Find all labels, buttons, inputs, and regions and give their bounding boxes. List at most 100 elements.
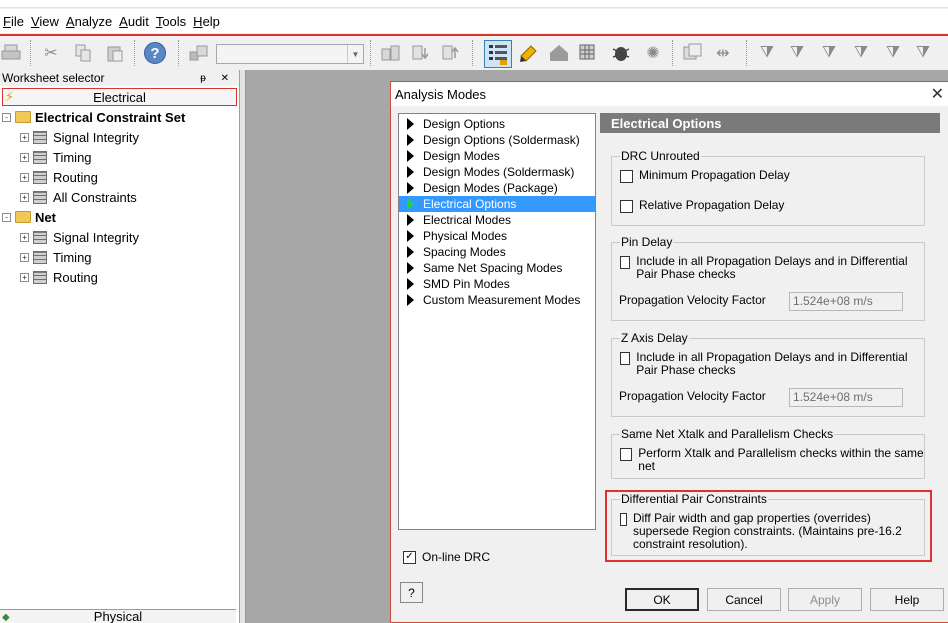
expand-icon[interactable]: + — [20, 232, 29, 242]
menu-help[interactable]: Help — [192, 14, 225, 29]
checkbox[interactable] — [620, 200, 633, 213]
toolbar-separator — [30, 40, 31, 66]
tree-item-net-signal-integrity[interactable]: + Signal Integrity — [0, 227, 239, 247]
triangle-right-icon — [407, 294, 414, 306]
xtalk-checkbox[interactable]: Perform Xtalk and Parallelism checks wit… — [620, 447, 924, 473]
toolbar: ✂ ? ▼ ✺ ⇹ ⧩ ⧩ ⧩ ⧩ ⧩ ⧩ — [0, 34, 948, 70]
tab-electrical[interactable]: ⚡ Electrical — [2, 88, 237, 106]
arrows-icon[interactable]: ⇹ — [712, 42, 734, 64]
tree-item-net-routing[interactable]: + Routing — [0, 267, 239, 287]
list-item-design-modes[interactable]: Design Modes — [399, 148, 595, 164]
filter-icon[interactable]: ⧩ — [882, 42, 904, 64]
filter-icon[interactable]: ⧩ — [818, 42, 840, 64]
cut-icon[interactable]: ✂ — [40, 42, 62, 64]
dialog-title: Analysis Modes — [395, 86, 487, 102]
list-item-design-options[interactable]: Design Options — [399, 116, 595, 132]
tree-item-electrical-constraint-set[interactable]: - Electrical Constraint Set — [0, 107, 239, 127]
tree-item-net-timing[interactable]: + Timing — [0, 247, 239, 267]
checkbox[interactable] — [620, 352, 631, 365]
tree-item-timing[interactable]: + Timing — [0, 147, 239, 167]
tree-item-signal-integrity[interactable]: + Signal Integrity — [0, 127, 239, 147]
checkbox-checked[interactable]: ✓ — [403, 550, 416, 564]
print-icon[interactable] — [0, 42, 22, 64]
menu-audit[interactable]: Audit — [118, 14, 154, 29]
collapse-icon[interactable]: - — [2, 212, 11, 222]
close-icon[interactable]: ✕ — [931, 84, 944, 104]
window-title-strip — [0, 0, 948, 8]
triangle-right-icon — [407, 118, 414, 130]
pencil-icon[interactable] — [518, 42, 540, 64]
object-filter-icon[interactable] — [188, 42, 210, 64]
sheet-icon[interactable] — [380, 42, 402, 64]
collapse-icon[interactable]: - — [2, 112, 11, 122]
tab-physical[interactable]: ◆ Physical — [0, 609, 236, 623]
triangle-right-icon — [407, 182, 414, 194]
expand-icon[interactable]: + — [20, 192, 29, 202]
list-item-smd-pin-modes[interactable]: SMD Pin Modes — [399, 276, 595, 292]
filter-icon[interactable]: ⧩ — [912, 42, 934, 64]
expand-icon[interactable]: + — [20, 252, 29, 262]
mode-list: Design Options Design Options (Soldermas… — [398, 113, 596, 530]
tree-item-all-constraints[interactable]: + All Constraints — [0, 187, 239, 207]
filter-icon[interactable]: ⧩ — [756, 42, 778, 64]
pin-delay-velocity-field[interactable]: 1.524e+08 m/s — [789, 292, 903, 311]
list-item-custom-measurement-modes[interactable]: Custom Measurement Modes — [399, 292, 595, 308]
copy-icon[interactable] — [72, 42, 94, 64]
ok-button[interactable]: OK — [625, 588, 699, 611]
list-item-design-options-soldermask[interactable]: Design Options (Soldermask) — [399, 132, 595, 148]
house-icon[interactable] — [548, 42, 570, 64]
z-axis-include-checkbox[interactable]: Include in all Propagation Delays and in… — [620, 351, 916, 377]
list-item-design-modes-soldermask[interactable]: Design Modes (Soldermask) — [399, 164, 595, 180]
toolbar-separator — [672, 40, 673, 66]
menu-view[interactable]: View — [30, 14, 64, 29]
list-item-design-modes-package[interactable]: Design Modes (Package) — [399, 180, 595, 196]
expand-icon[interactable]: + — [20, 152, 29, 162]
context-help-button[interactable]: ? — [400, 582, 423, 603]
worksheet-tree: - Electrical Constraint Set + Signal Int… — [0, 107, 239, 287]
list-item-same-net-spacing-modes[interactable]: Same Net Spacing Modes — [399, 260, 595, 276]
list-item-spacing-modes[interactable]: Spacing Modes — [399, 244, 595, 260]
grid-icon[interactable] — [578, 42, 600, 64]
group-drc-unrouted: DRC Unrouted Minimum Propagation Delay R… — [611, 149, 925, 226]
menu-bar: File View Analyze Audit Tools Help — [0, 9, 948, 33]
sun-icon[interactable]: ✺ — [642, 42, 664, 64]
triangle-right-icon — [407, 166, 414, 178]
expand-icon[interactable]: + — [20, 132, 29, 142]
analysis-modes-button[interactable] — [484, 40, 512, 68]
list-item-physical-modes[interactable]: Physical Modes — [399, 228, 595, 244]
checkbox[interactable] — [620, 256, 631, 269]
group-pin-delay: Pin Delay Include in all Propagation Del… — [611, 235, 925, 321]
pin-close-icon[interactable]: ᵽ ✕ — [200, 73, 235, 84]
menu-analyze[interactable]: Analyze — [65, 14, 117, 29]
help-icon[interactable]: ? — [144, 42, 166, 64]
checkbox[interactable] — [620, 448, 633, 461]
filter-icon[interactable]: ⧩ — [850, 42, 872, 64]
relative-propagation-delay-checkbox[interactable]: Relative Propagation Delay — [620, 199, 784, 213]
object-combo[interactable]: ▼ — [216, 44, 364, 64]
import-icon[interactable] — [410, 42, 432, 64]
checkbox[interactable] — [620, 170, 633, 183]
window-icon[interactable] — [682, 42, 704, 64]
group-z-axis-delay: Z Axis Delay Include in all Propagation … — [611, 331, 925, 417]
min-propagation-delay-checkbox[interactable]: Minimum Propagation Delay — [620, 169, 790, 183]
apply-button[interactable]: Apply — [788, 588, 862, 611]
help-button[interactable]: Help — [870, 588, 944, 611]
filter-icon[interactable]: ⧩ — [786, 42, 808, 64]
expand-icon[interactable]: + — [20, 172, 29, 182]
expand-icon[interactable]: + — [20, 272, 29, 282]
list-item-electrical-options[interactable]: Electrical Options — [399, 196, 595, 212]
menu-file[interactable]: File — [2, 14, 29, 29]
worksheet-selector: Worksheet selector ᵽ ✕ ⚡ Electrical - El… — [0, 70, 240, 623]
list-item-electrical-modes[interactable]: Electrical Modes — [399, 212, 595, 228]
cancel-button[interactable]: Cancel — [707, 588, 781, 611]
tree-item-routing[interactable]: + Routing — [0, 167, 239, 187]
online-drc-checkbox[interactable]: ✓ On-line DRC — [403, 550, 490, 564]
export-icon[interactable] — [440, 42, 462, 64]
paste-icon[interactable] — [104, 42, 126, 64]
menu-tools[interactable]: Tools — [155, 14, 191, 29]
pin-delay-include-checkbox[interactable]: Include in all Propagation Delays and in… — [620, 255, 916, 281]
tree-item-net[interactable]: - Net — [0, 207, 239, 227]
bug-icon[interactable] — [610, 42, 632, 64]
chevron-down-icon[interactable]: ▼ — [347, 45, 363, 63]
z-axis-velocity-field[interactable]: 1.524e+08 m/s — [789, 388, 903, 407]
